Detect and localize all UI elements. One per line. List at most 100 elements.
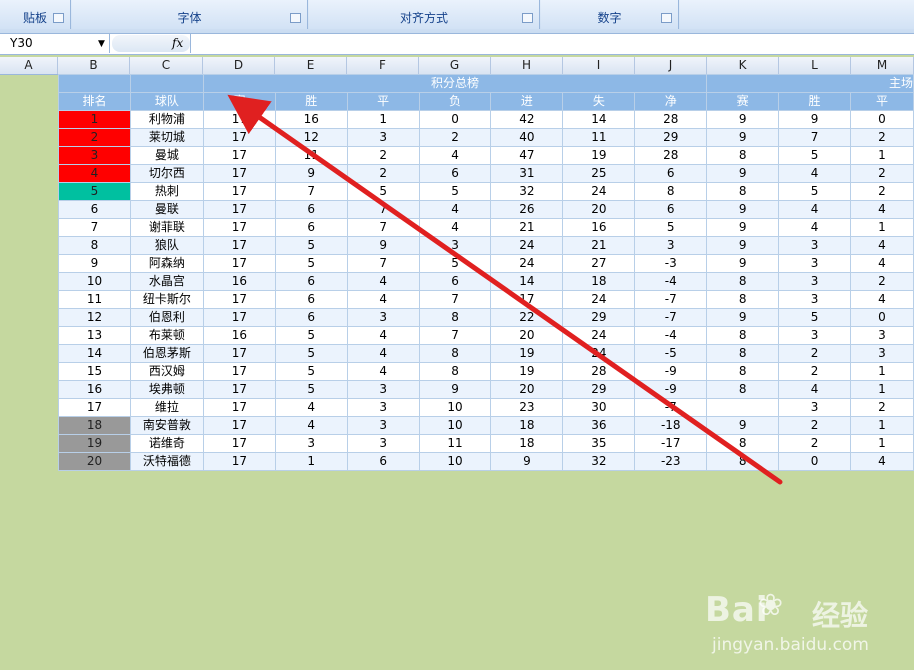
dialog-launcher-icon[interactable] (53, 13, 64, 23)
rank-cell[interactable]: 9 (58, 254, 131, 273)
stat-cell[interactable]: 5 (274, 254, 348, 273)
stat-cell[interactable]: 3 (418, 236, 492, 255)
stat-cell[interactable]: -4 (634, 326, 708, 345)
stat-cell[interactable]: 7 (418, 326, 492, 345)
stat-cell[interactable]: 2 (778, 434, 851, 453)
stat-cell[interactable]: 47 (490, 146, 564, 165)
team-cell[interactable]: 西汉姆 (129, 362, 204, 381)
stat-cell[interactable]: 1 (849, 380, 914, 399)
stat-cell[interactable]: 5 (418, 182, 492, 201)
team-cell[interactable]: 热刺 (129, 182, 204, 201)
chevron-down-icon[interactable]: ▼ (98, 34, 105, 54)
stat-cell[interactable]: 4 (274, 416, 348, 435)
stat-cell[interactable]: 14 (490, 272, 564, 291)
header-cell[interactable]: 胜 (274, 92, 348, 111)
rank-cell[interactable]: 3 (58, 146, 131, 165)
stat-cell[interactable]: 6 (634, 200, 708, 219)
stat-cell[interactable]: 28 (634, 110, 708, 129)
stat-cell[interactable]: 2 (849, 398, 914, 417)
header-cell[interactable]: 球队 (129, 92, 204, 111)
column-header-m[interactable]: M (851, 57, 914, 74)
stat-cell[interactable]: 9 (706, 218, 780, 237)
header-cell[interactable]: 平 (849, 92, 914, 111)
stat-cell[interactable]: 8 (706, 452, 780, 471)
stat-cell[interactable]: 28 (562, 362, 636, 381)
stat-cell[interactable]: 3 (778, 398, 851, 417)
team-cell[interactable]: 埃弗顿 (129, 380, 204, 399)
stat-cell[interactable]: 4 (418, 200, 492, 219)
team-cell[interactable]: 伯恩利 (129, 308, 204, 327)
stat-cell[interactable]: 7 (418, 290, 492, 309)
stat-cell[interactable]: 10 (418, 398, 492, 417)
stat-cell[interactable]: 8 (706, 362, 780, 381)
stat-cell[interactable]: 12 (274, 128, 348, 147)
stat-cell[interactable]: 8 (706, 146, 780, 165)
stat-cell[interactable]: -23 (634, 452, 708, 471)
stat-cell[interactable]: 6 (274, 218, 348, 237)
header-cell[interactable]: 赛 (706, 92, 780, 111)
stat-cell[interactable]: 17 (202, 146, 276, 165)
stat-cell[interactable]: 6 (274, 308, 348, 327)
stat-cell[interactable]: 3 (274, 434, 348, 453)
stat-cell[interactable]: 3 (778, 290, 851, 309)
stat-cell[interactable]: 3 (849, 344, 914, 363)
stat-cell[interactable]: 17 (202, 452, 276, 471)
column-header-d[interactable]: D (203, 57, 275, 74)
stat-cell[interactable]: 5 (274, 380, 348, 399)
team-cell[interactable]: 阿森纳 (129, 254, 204, 273)
stat-cell[interactable]: 17 (202, 218, 276, 237)
stat-cell[interactable]: 5 (778, 308, 851, 327)
stat-cell[interactable]: 6 (274, 272, 348, 291)
team-cell[interactable]: 沃特福德 (129, 452, 204, 471)
team-cell[interactable]: 诺维奇 (129, 434, 204, 453)
stat-cell[interactable]: -3 (634, 254, 708, 273)
stat-cell[interactable]: 17 (490, 290, 564, 309)
stat-cell[interactable]: 19 (490, 362, 564, 381)
stat-cell[interactable]: 8 (706, 272, 780, 291)
team-cell[interactable]: 曼城 (129, 146, 204, 165)
stat-cell[interactable]: 17 (202, 416, 276, 435)
stat-cell[interactable]: 9 (490, 452, 564, 471)
team-cell[interactable]: 维拉 (129, 398, 204, 417)
stat-cell[interactable]: 16 (274, 110, 348, 129)
team-cell[interactable]: 利物浦 (129, 110, 204, 129)
stat-cell[interactable]: 0 (849, 308, 914, 327)
stat-cell[interactable]: 0 (418, 110, 492, 129)
stat-cell[interactable]: 35 (562, 434, 636, 453)
stat-cell[interactable]: -17 (634, 434, 708, 453)
stat-cell[interactable]: 8 (418, 344, 492, 363)
stat-cell[interactable]: 3 (346, 416, 420, 435)
stat-cell[interactable]: 3 (346, 434, 420, 453)
insert-function-icon[interactable]: fx (172, 34, 183, 53)
stat-cell[interactable]: 5 (778, 182, 851, 201)
stat-cell[interactable]: 31 (490, 164, 564, 183)
column-header-i[interactable]: I (563, 57, 635, 74)
cell[interactable] (58, 74, 131, 93)
stat-cell[interactable]: 0 (849, 110, 914, 129)
stat-cell[interactable]: 8 (706, 326, 780, 345)
stat-cell[interactable]: 6 (418, 164, 492, 183)
stat-cell[interactable]: 29 (562, 308, 636, 327)
stat-cell[interactable]: 1 (849, 218, 914, 237)
dialog-launcher-icon[interactable] (661, 13, 672, 23)
stat-cell[interactable]: 2 (849, 182, 914, 201)
stat-cell[interactable]: 4 (346, 326, 420, 345)
header-cell[interactable]: 进 (490, 92, 564, 111)
column-header-b[interactable]: B (58, 57, 130, 74)
stat-cell[interactable]: 9 (346, 236, 420, 255)
team-cell[interactable]: 曼联 (129, 200, 204, 219)
stat-cell[interactable]: 7 (346, 218, 420, 237)
stat-cell[interactable]: -9 (634, 362, 708, 381)
stat-cell[interactable]: 2 (346, 146, 420, 165)
stat-cell[interactable]: 24 (490, 236, 564, 255)
header-cell[interactable]: 赛 (202, 92, 276, 111)
rank-cell[interactable]: 1 (58, 110, 131, 129)
rank-cell[interactable]: 6 (58, 200, 131, 219)
stat-cell[interactable]: 5 (274, 344, 348, 363)
team-cell[interactable]: 南安普敦 (129, 416, 204, 435)
stat-cell[interactable]: 8 (634, 182, 708, 201)
rank-cell[interactable]: 18 (58, 416, 131, 435)
stat-cell[interactable]: 27 (562, 254, 636, 273)
stat-cell[interactable]: 9 (274, 164, 348, 183)
stat-cell[interactable]: 7 (346, 200, 420, 219)
